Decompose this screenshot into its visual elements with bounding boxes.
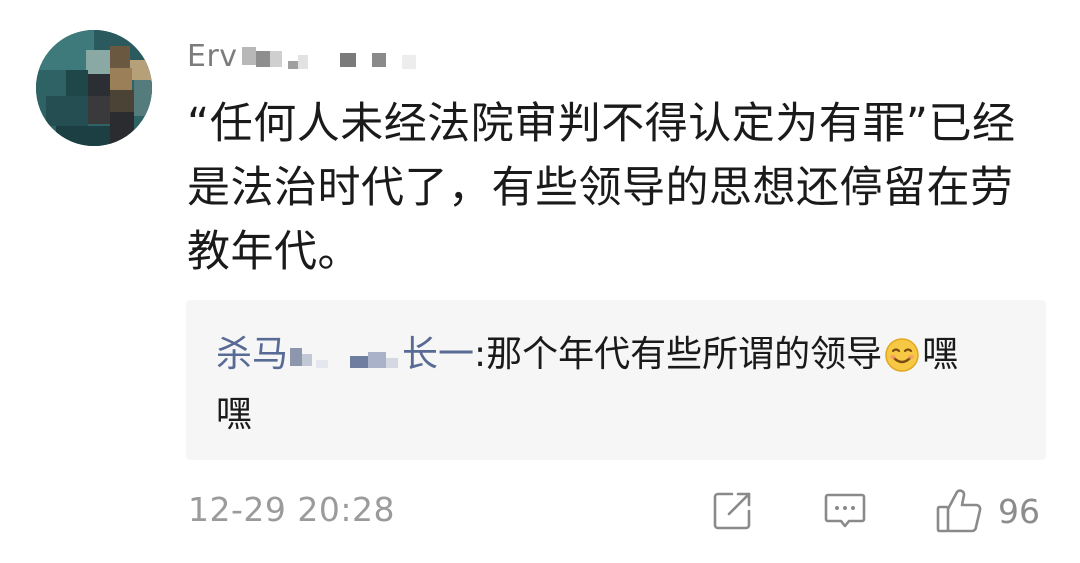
comment-text-line: “任何人未经法院审判不得认定为有罪”已经: [187, 99, 1016, 149]
reply-text: 那个年代有些所谓的领导: [486, 334, 883, 375]
comment-icon: [822, 489, 868, 533]
reply-preview[interactable]: 杀马 长一 : 那个年代有些所谓的领导 嘿 嘿: [186, 300, 1046, 460]
username-mosaic: [241, 41, 422, 71]
user-avatar[interactable]: [36, 30, 152, 146]
comment-username[interactable]: Erv: [187, 34, 422, 78]
smirk-emoji-icon: [884, 337, 920, 373]
like-button[interactable]: 96: [934, 486, 1040, 536]
reply-username-mosaic: [290, 340, 400, 370]
comment-text: “任何人未经法院审判不得认定为有罪”已经 是法治时代了，有些领导的思想还停留在劳…: [187, 92, 1057, 284]
thumbs-up-icon: [934, 487, 984, 535]
like-count: 96: [998, 491, 1040, 531]
reply-line: 嘿: [216, 394, 253, 435]
comment-timestamp: 12-29 20:28: [188, 490, 395, 529]
reply-username-suffix: 长一: [402, 334, 475, 375]
username-text: Erv: [187, 38, 238, 74]
reply-text: 嘿: [922, 334, 959, 375]
comment-text-line: 教年代。: [187, 227, 361, 277]
reply-button[interactable]: [822, 486, 868, 536]
share-icon: [710, 489, 754, 533]
reply-line: 杀马 长一 : 那个年代有些所谓的领导 嘿: [216, 330, 958, 380]
reply-username[interactable]: 杀马 长一: [216, 330, 474, 380]
reply-separator: :: [474, 334, 487, 375]
share-button[interactable]: [710, 486, 754, 536]
comment-text-line: 是法治时代了，有些领导的思想还停留在劳: [187, 163, 1014, 213]
reply-username-prefix: 杀马: [216, 334, 289, 375]
